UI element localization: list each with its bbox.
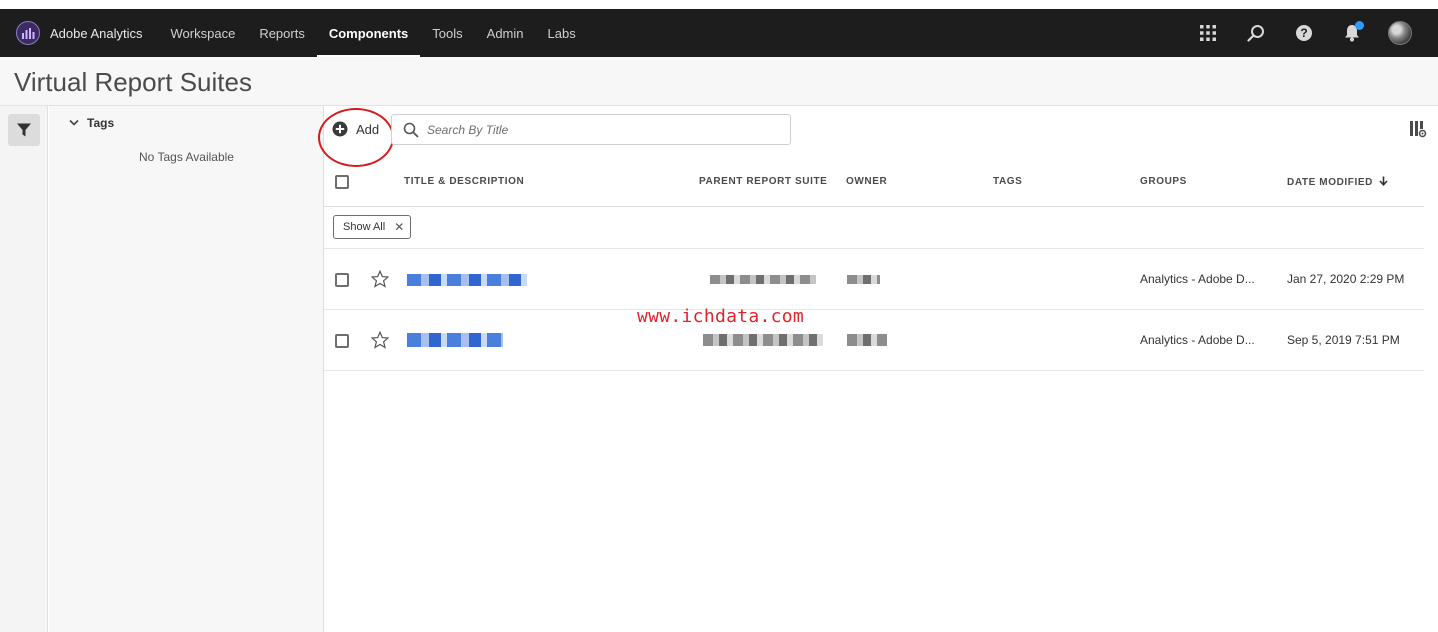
row-checkbox[interactable]: [335, 273, 349, 287]
close-icon[interactable]: ✕: [394, 220, 404, 234]
show-all-filter-chip[interactable]: Show All ✕: [333, 215, 412, 239]
redacted-owner: [847, 275, 880, 284]
table-row[interactable]: Analytics - Adobe D... Sep 5, 2019 7:51 …: [324, 310, 1424, 371]
tags-filter-panel: Tags No Tags Available: [49, 106, 324, 632]
nav-reports[interactable]: Reports: [247, 9, 317, 57]
row-checkbox[interactable]: [335, 334, 349, 348]
column-owner[interactable]: OWNER: [846, 176, 887, 187]
tags-section-toggle[interactable]: Tags: [69, 116, 114, 130]
top-nav-bar: Adobe Analytics Workspace Reports Compon…: [0, 9, 1438, 57]
tags-title: Tags: [87, 116, 115, 130]
nav-right-tools: ?: [1184, 9, 1424, 57]
app-name: Adobe Analytics: [50, 25, 143, 41]
favorite-star-icon[interactable]: [370, 330, 390, 354]
column-settings-button[interactable]: [1409, 120, 1427, 143]
column-date-modified[interactable]: DATE MODIFIED: [1287, 176, 1388, 188]
redacted-owner: [847, 334, 887, 346]
user-avatar-button[interactable]: [1376, 9, 1424, 57]
column-title-description[interactable]: TITLE & DESCRIPTION: [404, 176, 524, 187]
search-input[interactable]: [427, 122, 767, 137]
favorite-star-icon[interactable]: [370, 269, 390, 293]
svg-text:?: ?: [1300, 26, 1307, 40]
search-icon[interactable]: [1232, 9, 1280, 57]
select-all-checkbox[interactable]: [335, 175, 349, 189]
active-filter-row: Show All ✕: [324, 207, 1424, 249]
nav-labs[interactable]: Labs: [536, 9, 588, 57]
table-row[interactable]: Analytics - Adobe D... Jan 27, 2020 2:29…: [324, 249, 1424, 310]
top-strip: [0, 0, 1438, 9]
brand[interactable]: Adobe Analytics: [16, 21, 159, 45]
page-title: Virtual Report Suites: [14, 67, 252, 97]
column-date-modified-label: DATE MODIFIED: [1287, 177, 1373, 188]
date-modified-cell: Jan 27, 2020 2:29 PM: [1287, 272, 1405, 286]
table-header: TITLE & DESCRIPTION PARENT REPORT SUITE …: [324, 162, 1424, 207]
redacted-title[interactable]: [407, 333, 503, 347]
sort-arrow-down-icon: [1379, 176, 1388, 186]
groups-cell: Analytics - Adobe D...: [1140, 333, 1255, 347]
column-groups[interactable]: GROUPS: [1140, 176, 1187, 187]
tags-empty-message: No Tags Available: [139, 150, 234, 164]
column-parent-report-suite[interactable]: PARENT REPORT SUITE: [699, 176, 827, 187]
search-box: [391, 114, 791, 145]
nav-admin[interactable]: Admin: [475, 9, 536, 57]
filter-icon: [17, 123, 31, 137]
add-button[interactable]: Add: [318, 108, 394, 167]
help-icon[interactable]: ?: [1280, 9, 1328, 57]
watermark: www.ichdata.com: [637, 306, 805, 327]
left-rail: [0, 106, 48, 632]
chevron-down-icon: [69, 119, 79, 126]
redacted-parent-suite: [703, 334, 823, 346]
groups-cell: Analytics - Adobe D...: [1140, 272, 1255, 286]
redacted-parent-suite: [710, 275, 816, 284]
filter-toggle-button[interactable]: [8, 114, 40, 146]
main-content: Add TITLE & DESCRIPTION PARENT REPORT SU…: [318, 106, 1438, 632]
notification-dot: [1355, 21, 1364, 30]
nav-components[interactable]: Components: [316, 9, 421, 57]
nav-tools[interactable]: Tools: [420, 9, 474, 57]
apps-grid-icon[interactable]: [1184, 9, 1232, 57]
adobe-analytics-logo-icon: [16, 21, 40, 45]
show-all-chip-label: Show All: [343, 221, 386, 233]
annotation-circle: [318, 108, 394, 167]
nav-workspace[interactable]: Workspace: [159, 9, 248, 57]
search-icon: [403, 122, 419, 137]
column-settings-icon: [1410, 121, 1427, 138]
redacted-title[interactable]: [407, 274, 527, 286]
avatar: [1388, 21, 1412, 45]
bell-icon[interactable]: [1328, 9, 1376, 57]
date-modified-cell: Sep 5, 2019 7:51 PM: [1287, 333, 1400, 347]
column-tags[interactable]: TAGS: [993, 176, 1022, 187]
page-header: Virtual Report Suites: [0, 57, 1438, 106]
